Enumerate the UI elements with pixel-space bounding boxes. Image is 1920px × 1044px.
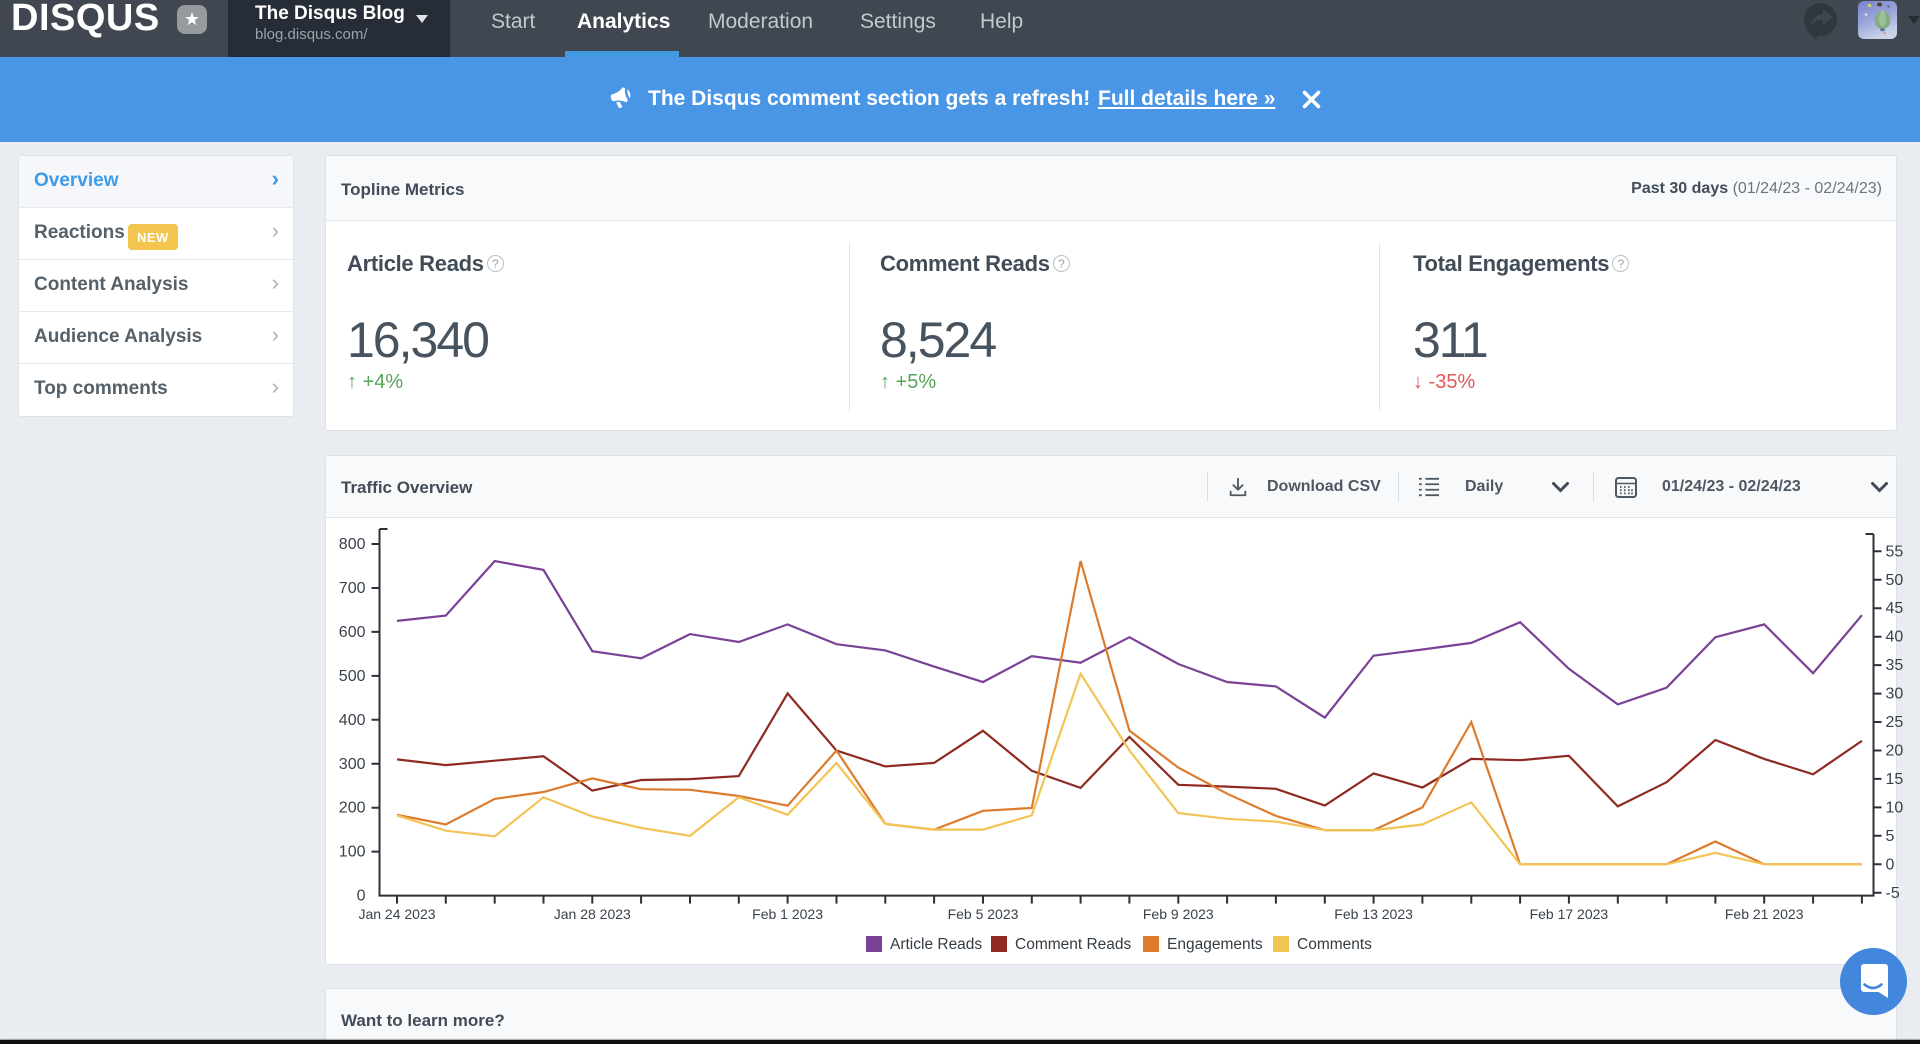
svg-text:400: 400 bbox=[339, 712, 366, 729]
svg-text:500: 500 bbox=[339, 668, 366, 685]
svg-text:Comments: Comments bbox=[1297, 936, 1372, 953]
svg-text:300: 300 bbox=[339, 756, 366, 773]
svg-text:Comment Reads: Comment Reads bbox=[1015, 936, 1132, 953]
svg-text:Engagements: Engagements bbox=[1167, 936, 1263, 953]
svg-text:25: 25 bbox=[1886, 714, 1904, 731]
svg-text:Feb 21 2023: Feb 21 2023 bbox=[1725, 906, 1804, 922]
svg-text:35: 35 bbox=[1886, 657, 1904, 674]
svg-text:Feb 17 2023: Feb 17 2023 bbox=[1530, 906, 1609, 922]
svg-text:Article Reads: Article Reads bbox=[890, 936, 982, 953]
svg-text:55: 55 bbox=[1886, 543, 1904, 560]
svg-text:0: 0 bbox=[357, 888, 366, 905]
svg-text:200: 200 bbox=[339, 800, 366, 817]
svg-text:20: 20 bbox=[1886, 743, 1904, 760]
svg-text:30: 30 bbox=[1886, 686, 1904, 703]
svg-text:100: 100 bbox=[339, 844, 366, 861]
svg-text:0: 0 bbox=[1886, 856, 1895, 873]
svg-text:800: 800 bbox=[339, 536, 366, 553]
svg-text:40: 40 bbox=[1886, 629, 1904, 646]
svg-text:Feb 13 2023: Feb 13 2023 bbox=[1334, 906, 1413, 922]
svg-text:50: 50 bbox=[1886, 572, 1904, 589]
svg-text:700: 700 bbox=[339, 580, 366, 597]
svg-text:Feb 9 2023: Feb 9 2023 bbox=[1143, 906, 1214, 922]
svg-text:45: 45 bbox=[1886, 600, 1904, 617]
svg-text:Jan 28 2023: Jan 28 2023 bbox=[554, 906, 631, 922]
svg-text:Feb 1 2023: Feb 1 2023 bbox=[752, 906, 823, 922]
svg-text:-5: -5 bbox=[1886, 885, 1900, 902]
svg-text:600: 600 bbox=[339, 624, 366, 641]
svg-text:Jan 24 2023: Jan 24 2023 bbox=[358, 906, 435, 922]
svg-text:15: 15 bbox=[1886, 771, 1904, 788]
svg-text:5: 5 bbox=[1886, 828, 1895, 845]
svg-text:10: 10 bbox=[1886, 799, 1904, 816]
svg-text:Feb 5 2023: Feb 5 2023 bbox=[948, 906, 1019, 922]
